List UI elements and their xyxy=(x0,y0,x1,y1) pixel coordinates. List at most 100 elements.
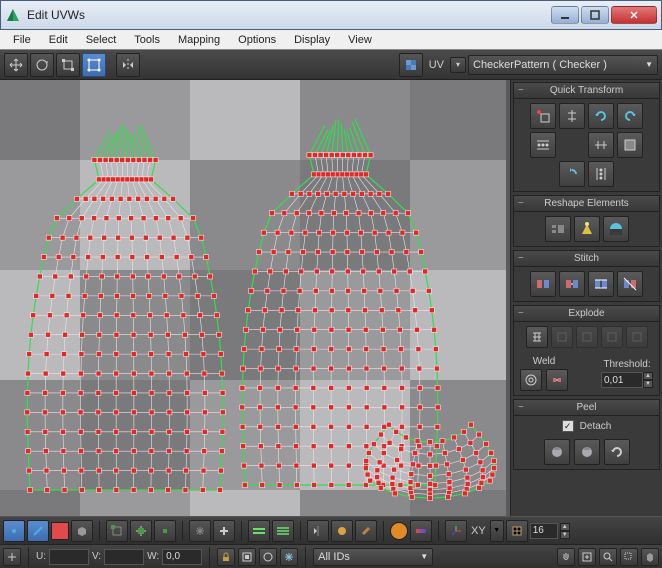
minimize-button[interactable] xyxy=(551,6,579,24)
scale-tool[interactable] xyxy=(56,53,80,77)
menu-tools[interactable]: Tools xyxy=(125,32,169,48)
menu-view[interactable]: View xyxy=(339,32,381,48)
paint-select-button[interactable] xyxy=(213,520,235,542)
menu-mapping[interactable]: Mapping xyxy=(169,32,229,48)
element-mode-button[interactable] xyxy=(71,520,93,542)
grid-spinner[interactable]: 16 xyxy=(530,523,558,539)
right-panel: −Quick Transform −Reshape Elements xyxy=(510,80,662,516)
u-field[interactable] xyxy=(49,549,89,565)
uv-label: UV xyxy=(429,59,444,71)
stitch-selected-button[interactable] xyxy=(530,271,556,297)
grow-selection-button[interactable] xyxy=(130,520,152,542)
relax-button[interactable] xyxy=(574,216,600,242)
explode-faces-button[interactable] xyxy=(551,326,573,348)
menu-select[interactable]: Select xyxy=(77,32,126,48)
ids-dropdown[interactable]: All IDs▼ xyxy=(313,548,433,566)
weld-target-button[interactable] xyxy=(546,369,568,391)
zoom-button[interactable] xyxy=(599,548,617,566)
u-label: U: xyxy=(36,551,46,562)
close-button[interactable] xyxy=(611,6,657,24)
threshold-up[interactable]: ▲ xyxy=(643,372,653,380)
edge-mode-button[interactable] xyxy=(27,520,49,542)
lock-button[interactable] xyxy=(217,548,235,566)
align-center-h-button[interactable] xyxy=(559,103,585,129)
space-v-button[interactable] xyxy=(588,161,614,187)
gradient-button[interactable] xyxy=(410,520,432,542)
panel-explode: −Explode Weld Threshold: xyxy=(513,305,660,396)
stitch-source-button[interactable] xyxy=(559,271,585,297)
soft-selection-button[interactable] xyxy=(189,520,211,542)
top-toolbar: UV ▾ CheckerPattern ( Checker ) ▼ xyxy=(0,50,662,80)
panel-reshape: −Reshape Elements xyxy=(513,195,660,247)
normalize-button[interactable] xyxy=(259,548,277,566)
show-map-button[interactable] xyxy=(399,53,423,77)
move-tool[interactable] xyxy=(4,53,28,77)
absolute-mode-button[interactable] xyxy=(3,548,21,566)
uv-viewport[interactable] xyxy=(0,80,510,516)
v-field[interactable] xyxy=(104,549,144,565)
weld-selected-button[interactable] xyxy=(520,369,542,391)
vertex-mode-button[interactable] xyxy=(3,520,25,542)
texture-dropdown[interactable]: CheckerPattern ( Checker ) ▼ xyxy=(468,55,658,75)
menu-display[interactable]: Display xyxy=(285,32,339,48)
menu-options[interactable]: Options xyxy=(229,32,285,48)
threshold-spinner[interactable]: 0,01 xyxy=(601,372,643,388)
mirror-h-button[interactable] xyxy=(307,520,329,542)
color-swatch[interactable] xyxy=(390,522,408,540)
loop-button[interactable] xyxy=(248,520,270,542)
select-by-element-button[interactable] xyxy=(106,520,128,542)
w-label: W: xyxy=(147,551,159,562)
zoom-region-button[interactable] xyxy=(620,548,638,566)
maximize-button[interactable] xyxy=(581,6,609,24)
quick-peel-button[interactable] xyxy=(544,439,570,465)
align-left-button[interactable] xyxy=(530,103,556,129)
break-button[interactable] xyxy=(526,326,548,348)
explode-object-button[interactable] xyxy=(626,326,648,348)
menu-edit[interactable]: Edit xyxy=(40,32,77,48)
face-mode-button[interactable] xyxy=(51,522,69,540)
pixel-snap-button[interactable] xyxy=(238,548,256,566)
detach-checkbox[interactable]: ✓ xyxy=(562,420,574,432)
zoom-extents-button[interactable] xyxy=(578,548,596,566)
panel-peel: −Peel ✓ Detach xyxy=(513,399,660,470)
stitch-average-button[interactable] xyxy=(588,271,614,297)
w-field[interactable]: 0,0 xyxy=(162,549,202,565)
grid-up[interactable]: ▲ xyxy=(560,523,570,531)
pan-button[interactable] xyxy=(557,548,575,566)
uv-toggle[interactable]: ▾ xyxy=(450,57,466,73)
perspective-button[interactable] xyxy=(641,548,659,566)
menu-file[interactable]: File xyxy=(4,32,40,48)
fit-button[interactable] xyxy=(617,132,643,158)
grid-down[interactable]: ▼ xyxy=(560,531,570,539)
shrink-selection-button[interactable] xyxy=(154,520,176,542)
brush-button[interactable] xyxy=(355,520,377,542)
peel-reset-button[interactable] xyxy=(604,439,630,465)
peel-mode-button[interactable] xyxy=(574,439,600,465)
axis-gizmo-button[interactable] xyxy=(445,520,467,542)
axis-dropdown[interactable]: ▼ xyxy=(490,520,504,542)
straighten-button[interactable] xyxy=(545,216,571,242)
menubar: File Edit Select Tools Mapping Options D… xyxy=(0,30,662,50)
detach-label: Detach xyxy=(580,421,612,432)
stitch-target-button[interactable] xyxy=(617,271,643,297)
rotate-90-button[interactable] xyxy=(559,161,585,187)
space-h-button[interactable] xyxy=(530,132,556,158)
grid-snap-button[interactable] xyxy=(506,520,528,542)
titlebar: Edit UVWs xyxy=(0,0,662,30)
mirror-tool[interactable] xyxy=(116,53,140,77)
panel-quick-transform: −Quick Transform xyxy=(513,82,660,192)
threshold-down[interactable]: ▼ xyxy=(643,380,653,388)
align-center-v-button[interactable] xyxy=(588,132,614,158)
freeze-button[interactable] xyxy=(280,548,298,566)
rotate-ccw-button[interactable] xyxy=(588,103,614,129)
threshold-label: Threshold: xyxy=(603,359,650,370)
relax-until-button[interactable] xyxy=(603,216,629,242)
explode-material-button[interactable] xyxy=(601,326,623,348)
rotate-tool[interactable] xyxy=(30,53,54,77)
explode-smoothing-button[interactable] xyxy=(576,326,598,348)
freeform-tool[interactable] xyxy=(82,53,106,77)
app-icon xyxy=(5,7,21,23)
rotate-cw-button[interactable] xyxy=(617,103,643,129)
ring-button[interactable] xyxy=(272,520,294,542)
flatten-button[interactable] xyxy=(331,520,353,542)
